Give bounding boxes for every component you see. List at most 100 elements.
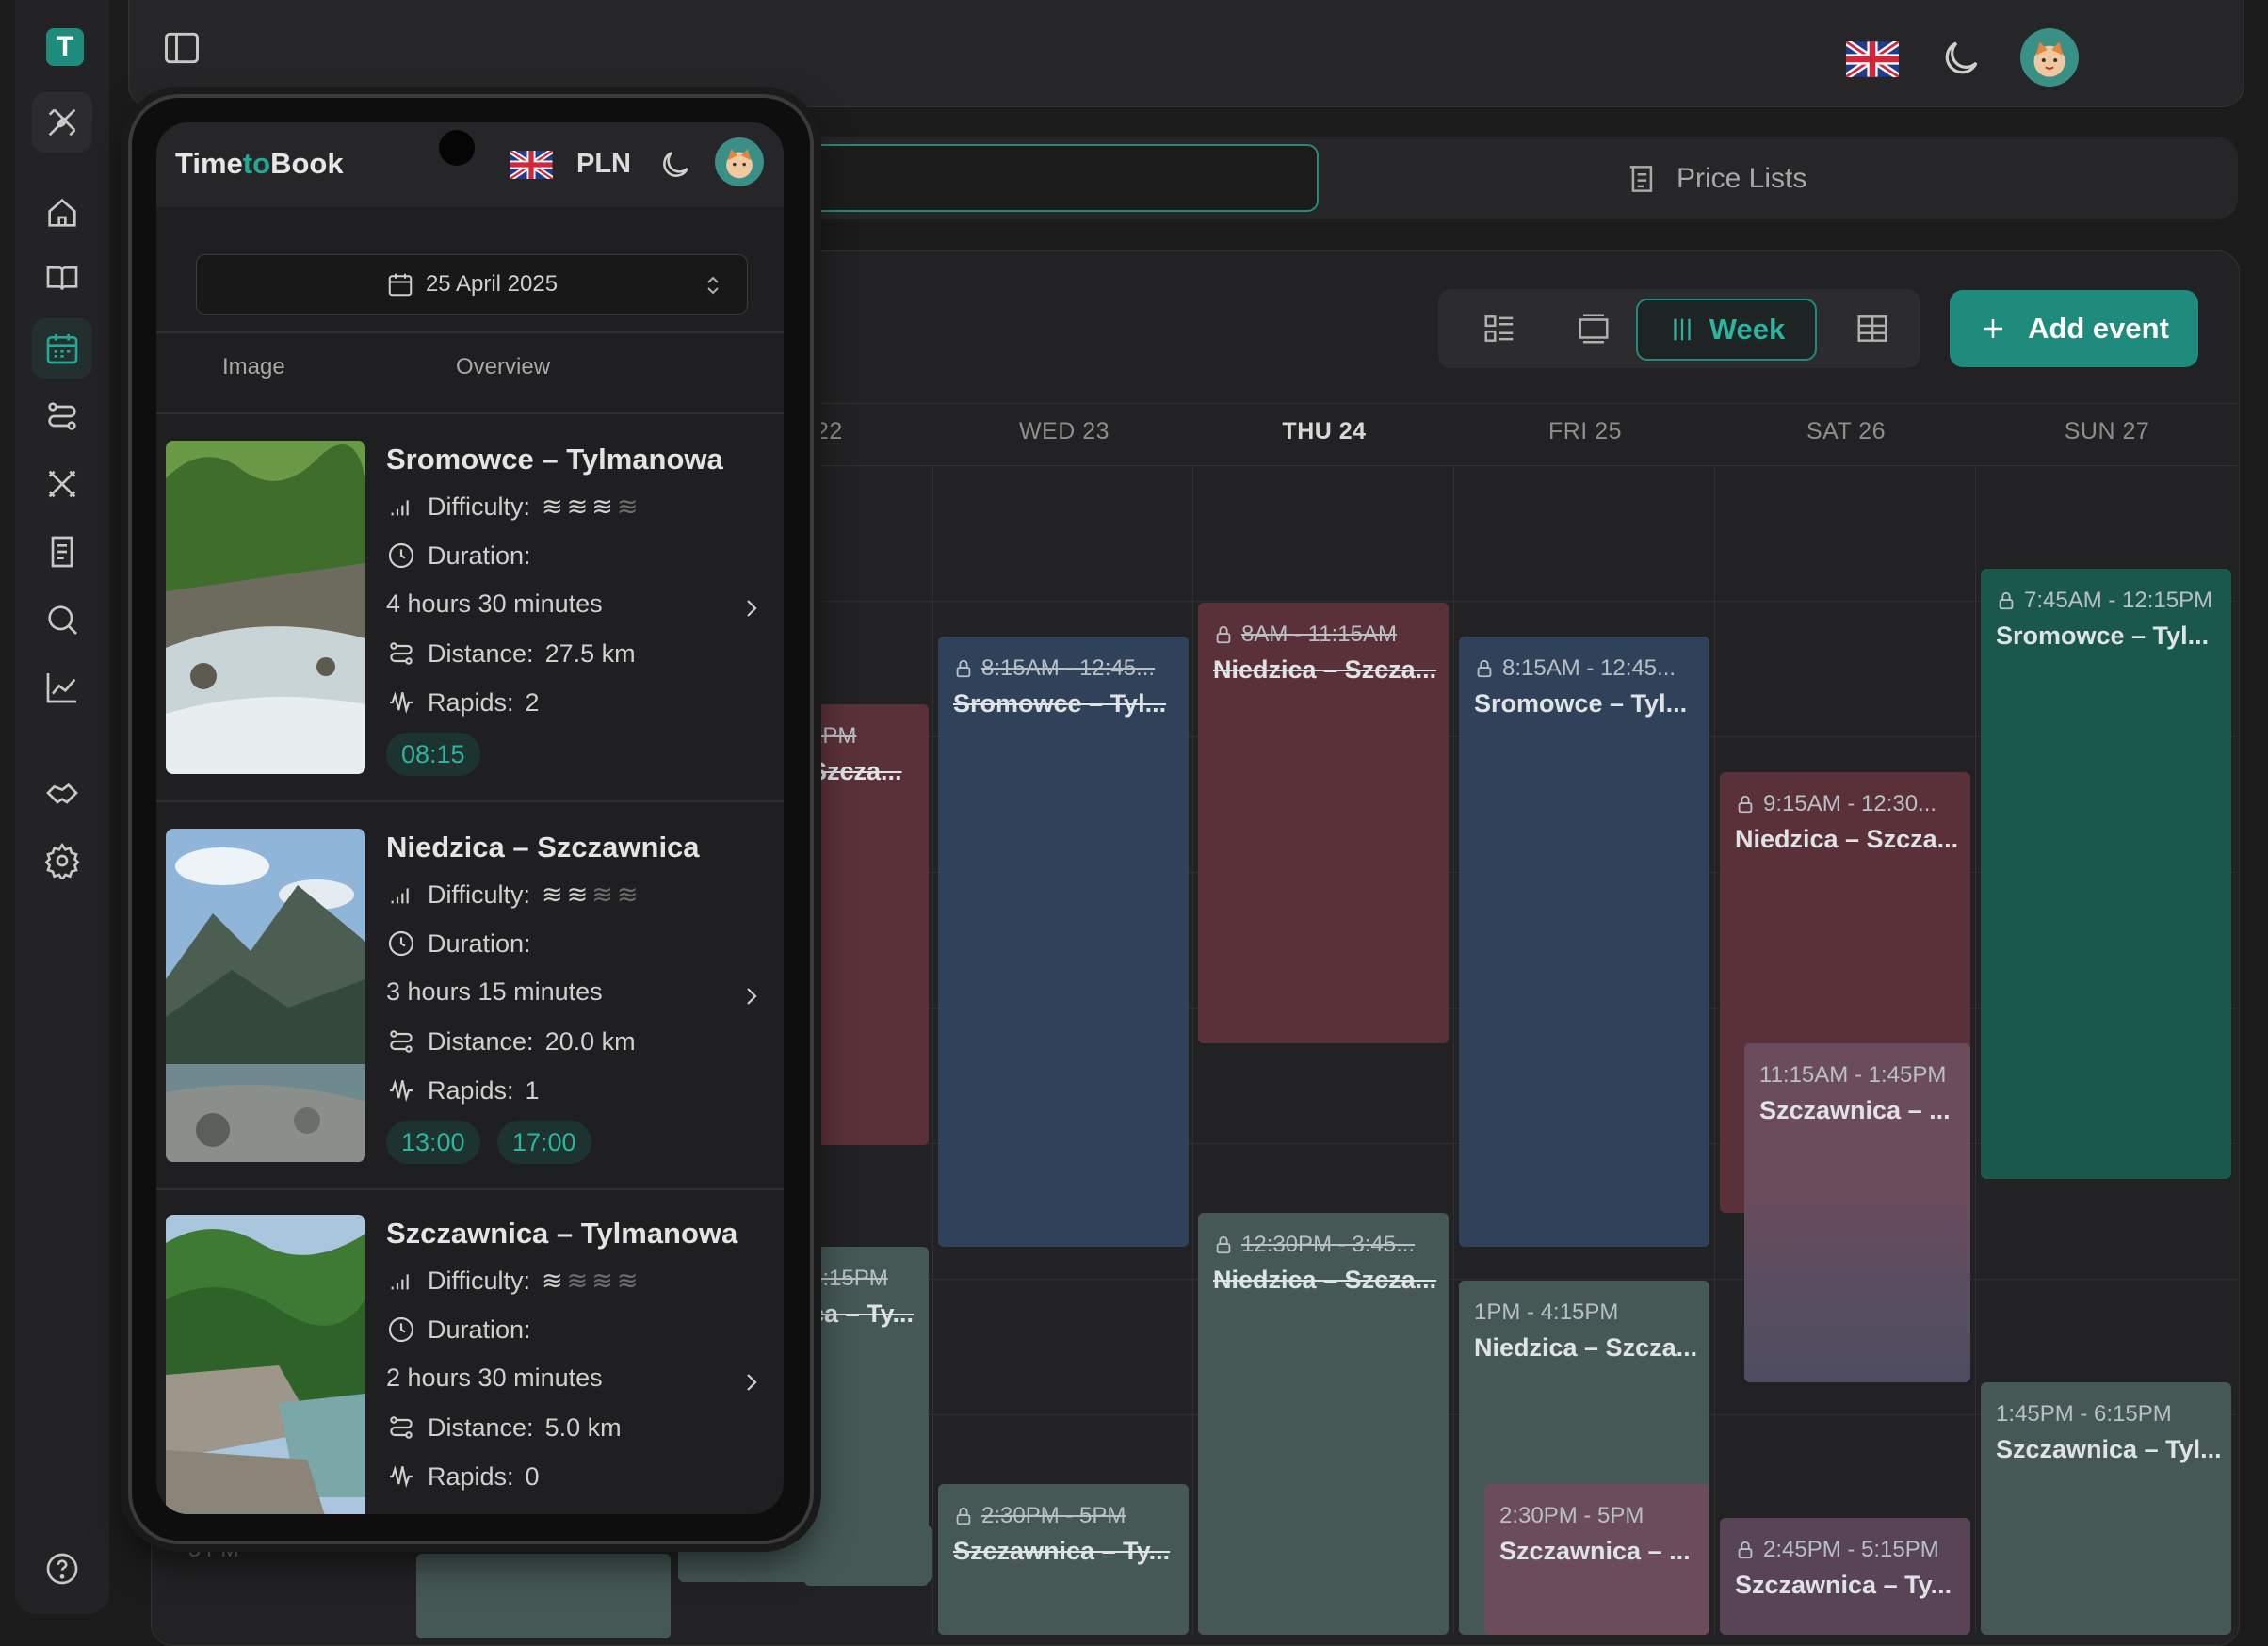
add-event-button[interactable]: Add event (1950, 290, 2198, 367)
column-header-image: Image (222, 354, 285, 379)
currency-selector[interactable]: PLN (576, 149, 631, 180)
rapids-row: Rapids: 0 (386, 1461, 540, 1492)
paddles-icon[interactable] (32, 454, 92, 514)
rapids-row: Rapids: 1 (386, 1075, 540, 1105)
clock-icon (388, 542, 414, 569)
signal-icon (391, 1274, 409, 1290)
event-block[interactable]: 1:45PM - 6:15PM Szczawnica – Tyl... (1981, 1382, 2231, 1635)
clock-icon (388, 930, 414, 957)
chevron-right-icon[interactable] (740, 1367, 763, 1397)
lock-icon (1477, 659, 1492, 678)
search-icon[interactable] (32, 589, 92, 650)
distance-row: Distance: 20.0 km (386, 1026, 636, 1057)
phone-screen: TimetoBook PLN 25 April 2025 Image Overv… (156, 122, 784, 1514)
duration-value: 4 hours 30 minutes (386, 589, 603, 618)
event-block[interactable]: 2:30PM - 5PM Szczawnica – ... (1484, 1484, 1709, 1635)
signal-icon (391, 888, 409, 904)
day-view-button[interactable] (1564, 300, 1623, 357)
event-time: 8:15AM - 12:45... (1502, 655, 1677, 681)
day-header: WED 23 (1018, 418, 1110, 444)
grid-line (1453, 466, 1454, 1634)
event-name: Sromowce – Tyl... (1474, 689, 1688, 718)
event-name: Sromowce – Tyl... (953, 689, 1167, 718)
event-name: Szczawnica – ... (1759, 1096, 1951, 1124)
chevron-right-icon[interactable] (740, 981, 763, 1011)
distance-row: Distance: 27.5 km (386, 638, 636, 669)
difficulty-level: ≋≋≋≋ (542, 879, 642, 909)
event-time: 9:15AM - 12:30... (1763, 791, 1937, 816)
chevron-up-down-icon (707, 276, 719, 295)
settings-icon[interactable] (32, 831, 92, 891)
kayak-icon[interactable] (32, 92, 92, 153)
sidebar-toggle-icon[interactable] (161, 27, 202, 69)
tour-card[interactable]: Szczawnica – Tylmanowa Difficulty: ≋≋≋≋ … (156, 1215, 784, 1514)
event-block[interactable]: 8AM - 11:15AM Niedzica – Szcza... (1198, 603, 1449, 1043)
tour-card[interactable]: Niedzica – Szczawnica Difficulty: ≋≋≋≋ D… (156, 829, 784, 1215)
difficulty-row: Difficulty: ≋≋≋≋ (386, 1266, 642, 1296)
tour-image (166, 1215, 365, 1514)
duration-value: 2 hours 30 minutes (386, 1364, 603, 1392)
app-logo[interactable]: T (46, 28, 84, 66)
date-value: 25 April 2025 (425, 271, 559, 297)
event-name: Szczawnica – Ty... (953, 1537, 1171, 1565)
event-block[interactable]: 2PM Szcza... (804, 704, 929, 1145)
calendar-icon (388, 273, 413, 297)
time-slot-chip[interactable]: 08:15 (386, 733, 480, 776)
moon-icon[interactable] (657, 147, 693, 183)
event-block[interactable]: 2:45PM - 5:15PM Szczawnica – Ty... (1720, 1518, 1970, 1635)
event-name: Szczawnica – Ty... (1735, 1571, 1952, 1599)
tour-card[interactable]: Sromowce – Tylmanowa Difficulty: ≋≋≋≋ Du… (156, 441, 784, 827)
duration-row: Duration: (386, 928, 531, 959)
calendar-icon[interactable] (32, 318, 92, 379)
distance-row: Distance: 5.0 km (386, 1412, 622, 1443)
home-icon[interactable] (32, 183, 92, 243)
event-time: 8:15AM - 12:45... (981, 655, 1156, 681)
event-block[interactable]: 8:15AM - 12:45... Sromowce – Tyl... (1459, 637, 1709, 1247)
duration-row: Duration: (386, 1315, 531, 1345)
divider (156, 1188, 784, 1190)
date-picker[interactable]: 25 April 2025 (196, 254, 748, 315)
avatar[interactable] (715, 137, 764, 186)
event-block[interactable]: 11:15AM - 1:45PM Szczawnica – ... (1744, 1043, 1970, 1382)
event-block[interactable]: 2:30PM - 5PM Szczawnica – Ty... (938, 1484, 1189, 1635)
divider (156, 412, 784, 414)
moon-icon[interactable] (1938, 36, 1984, 81)
tab-schedule[interactable] (731, 144, 1319, 212)
help-icon[interactable] (32, 1539, 92, 1599)
day-header-today: THU 24 (1282, 418, 1367, 444)
event-time: 1PM - 4:15PM (1474, 1299, 1619, 1325)
clock-icon (388, 1316, 414, 1343)
time-slot-chip[interactable]: 13:00 (386, 1121, 480, 1164)
avatar[interactable] (2020, 28, 2079, 87)
chart-icon[interactable] (32, 657, 92, 718)
event-block[interactable]: 8:15AM - 12:45... Sromowce – Tyl... (938, 637, 1189, 1247)
handshake-icon[interactable] (32, 763, 92, 823)
tour-title: Niedzica – Szczawnica (386, 831, 700, 863)
week-view-button[interactable]: Week (1636, 299, 1817, 361)
lock-icon (1216, 1235, 1231, 1254)
event-block[interactable]: 3:15PM ca – Ty... (804, 1247, 929, 1586)
month-view-button[interactable] (1843, 300, 1902, 357)
event-time: 2PM (810, 723, 857, 749)
tab-price-lists-label: Price Lists (1677, 163, 1807, 194)
uk-flag-icon[interactable] (510, 151, 553, 179)
tour-image (166, 829, 365, 1162)
phone-brand: TimetoBook (175, 147, 344, 180)
route-icon[interactable] (32, 386, 92, 446)
chevron-right-icon[interactable] (740, 593, 763, 623)
event-time: 1:45PM - 6:15PM (1996, 1401, 2172, 1427)
event-block[interactable]: 7:45AM - 12:15PM Sromowce – Tyl... (1981, 569, 2231, 1179)
book-icon[interactable] (32, 249, 92, 309)
tab-price-lists[interactable]: Price Lists (1626, 159, 1806, 199)
event-block[interactable]: 12:30PM - 3:45... Niedzica – Szcza... (1198, 1213, 1449, 1635)
event-block[interactable] (416, 1554, 671, 1638)
list-view-button[interactable] (1470, 300, 1529, 357)
event-name: ca – Ty... (810, 1299, 915, 1328)
column-header-overview: Overview (456, 354, 551, 379)
week-view-label: Week (1709, 313, 1786, 346)
uk-flag-icon[interactable] (1846, 41, 1899, 77)
time-slot-chip[interactable]: 17:00 (497, 1121, 591, 1164)
price-list-icon[interactable] (32, 522, 92, 582)
event-time: 2:30PM - 5PM (981, 1503, 1126, 1528)
route-icon (390, 1030, 413, 1053)
